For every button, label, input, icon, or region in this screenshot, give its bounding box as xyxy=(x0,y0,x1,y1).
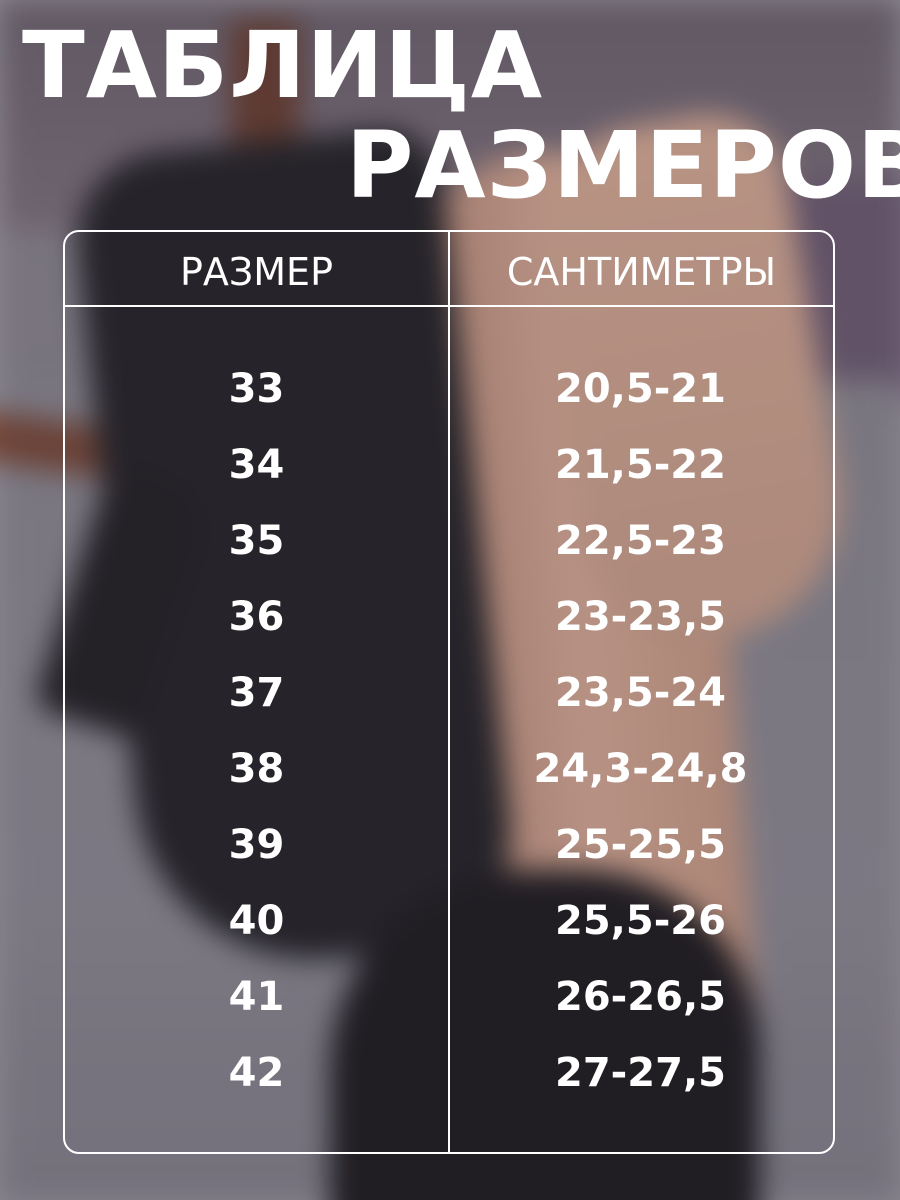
size-cell: 39 xyxy=(228,822,285,868)
table-row: 40 25,5-26 xyxy=(65,883,835,959)
centimeters-cell: 25,5-26 xyxy=(555,898,726,944)
centimeters-cell: 25-25,5 xyxy=(555,822,726,868)
size-table-body: 33 20,5-21 34 21,5-22 35 22,5-23 36 23-2… xyxy=(65,351,835,1111)
size-chart-canvas: ТАБЛИЦА РАЗМЕРОВ РАЗМЕР САНТИМЕТРЫ 33 20… xyxy=(0,0,900,1200)
centimeters-cell: 27-27,5 xyxy=(555,1050,726,1096)
page-title-line-1: ТАБЛИЦА xyxy=(22,12,544,119)
table-row: 36 23-23,5 xyxy=(65,579,835,655)
table-row: 37 23,5-24 xyxy=(65,655,835,731)
centimeters-cell: 20,5-21 xyxy=(555,366,726,412)
table-row: 34 21,5-22 xyxy=(65,427,835,503)
centimeters-cell: 24,3-24,8 xyxy=(533,746,748,792)
size-cell: 35 xyxy=(228,518,285,564)
table-row: 33 20,5-21 xyxy=(65,351,835,427)
size-cell: 40 xyxy=(228,898,285,944)
size-cell: 36 xyxy=(228,594,285,640)
table-row: 41 26-26,5 xyxy=(65,959,835,1035)
table-row: 39 25-25,5 xyxy=(65,807,835,883)
centimeters-cell: 23-23,5 xyxy=(555,594,726,640)
centimeters-cell: 21,5-22 xyxy=(555,442,726,488)
size-cell: 42 xyxy=(228,1050,285,1096)
size-cell: 41 xyxy=(228,974,285,1020)
size-cell: 37 xyxy=(228,670,285,716)
size-table-header-divider xyxy=(63,305,835,307)
centimeters-cell: 22,5-23 xyxy=(555,518,726,564)
size-cell: 38 xyxy=(228,746,285,792)
size-cell: 34 xyxy=(228,442,285,488)
table-row: 42 27-27,5 xyxy=(65,1035,835,1111)
centimeters-cell: 23,5-24 xyxy=(555,670,726,716)
size-cell: 33 xyxy=(228,366,285,412)
column-header-centimeters: САНТИМЕТРЫ xyxy=(506,250,777,294)
table-row: 38 24,3-24,8 xyxy=(65,731,835,807)
centimeters-cell: 26-26,5 xyxy=(555,974,726,1020)
table-row: 35 22,5-23 xyxy=(65,503,835,579)
column-header-size: РАЗМЕР xyxy=(180,250,333,294)
page-title-line-2: РАЗМЕРОВ xyxy=(346,112,900,219)
